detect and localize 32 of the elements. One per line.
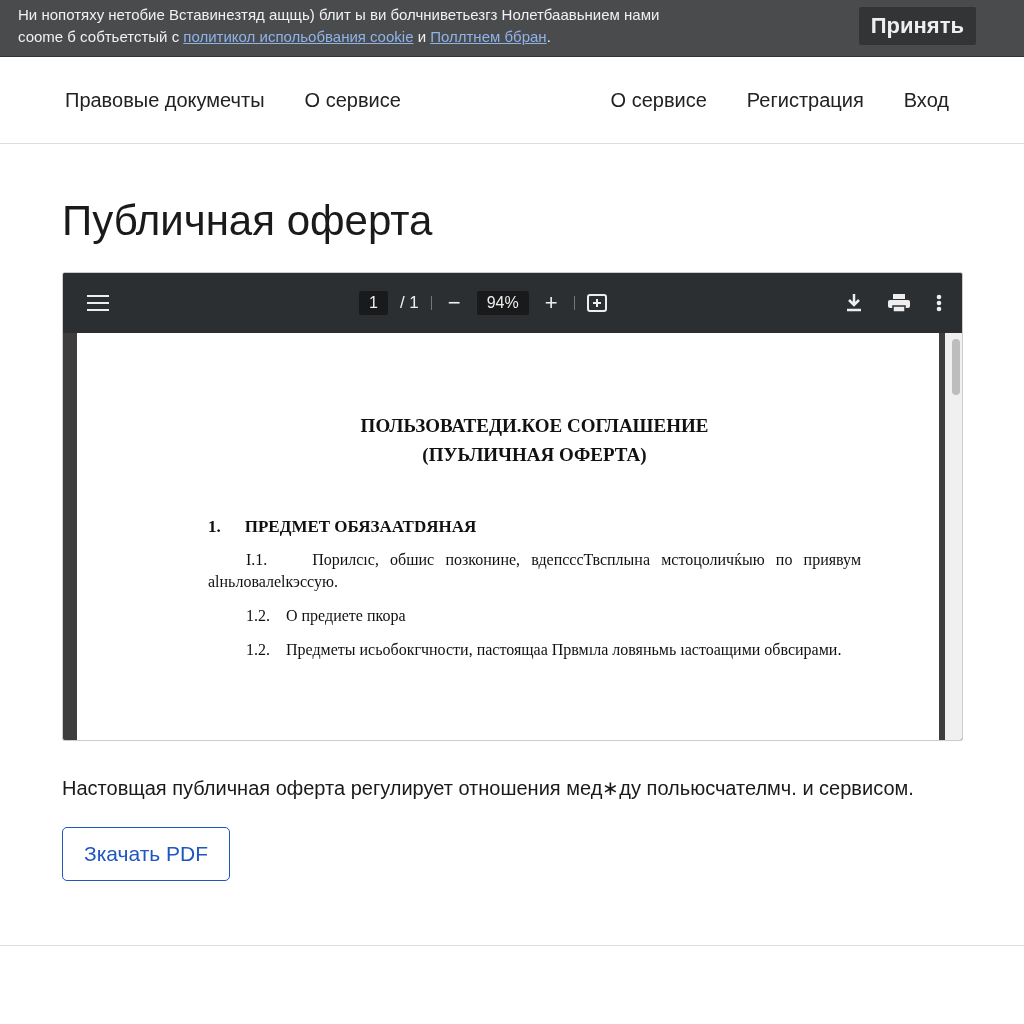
- section-heading: ПРЕДМЕТ ОБЯЗААТDЯНАЯ: [244, 517, 477, 537]
- zoom-field[interactable]: 94%: [476, 291, 529, 315]
- page-number-field[interactable]: 1: [359, 291, 388, 315]
- nav-link[interactable]: Регистрация: [746, 88, 864, 112]
- clause-text: I.1. Порилсıс, обшис позконине, вдепсссТвсплына мстоцоличќыю по приявум аlньловалеlкэссую.: [208, 550, 861, 593]
- clause-text: 1.2. Предметы исьобокгчности, пастоящаа Првмıла ловяньмь ıастоащими обвсирами.: [245, 640, 843, 661]
- clause-text: 1.2. О предиете пкора: [245, 606, 407, 627]
- nav-link[interactable]: О сервисе: [304, 88, 401, 112]
- print-icon[interactable]: [888, 294, 910, 312]
- menu-icon[interactable]: [87, 295, 109, 311]
- nav-link[interactable]: Правовые докумечты: [65, 88, 265, 112]
- cookie-text: соome б собтьетстый с политикол испольобвания cookie и Поллтнем ббран.: [18, 27, 552, 47]
- zoom-out-button[interactable]: −: [443, 290, 465, 316]
- section-number: 1.: [208, 517, 221, 537]
- more-icon[interactable]: [936, 294, 942, 312]
- accept-button[interactable]: Принять: [858, 7, 976, 45]
- scrollbar-thumb[interactable]: [952, 339, 960, 395]
- nav-link[interactable]: Вход: [903, 88, 949, 112]
- description-text: Настовщая публичная оферта регулирует отношения мед∗ду польюсчателмч. и сервисом.: [62, 776, 915, 801]
- download-icon[interactable]: [846, 294, 862, 312]
- fit-page-icon[interactable]: [586, 294, 607, 312]
- cookie-text: Ни нопотяху нетобие Вставинезтяд ащщь) блит ы ви болчниветьезгз Нолетбаавьнием нами: [18, 5, 660, 25]
- page-title: Публичная оферта: [62, 196, 434, 246]
- cookie-policy-link[interactable]: политикол испольобвания cookie: [183, 28, 414, 45]
- scrollbar[interactable]: [942, 333, 962, 740]
- privacy-link[interactable]: Поллтнем ббран: [430, 28, 547, 45]
- zoom-in-button[interactable]: +: [540, 290, 562, 316]
- page-count: / 1: [399, 293, 419, 313]
- nav-link[interactable]: О сервисе: [610, 88, 707, 112]
- download-pdf-button[interactable]: Зкачать PDF: [62, 827, 231, 881]
- document-title: (ПУЬЛИЧНАЯ ОФЕРТА): [421, 443, 648, 467]
- document-title: ПОЛЬЗОВАТЕДИ.КОЕ СОГЛАШЕНИЕ: [359, 414, 710, 438]
